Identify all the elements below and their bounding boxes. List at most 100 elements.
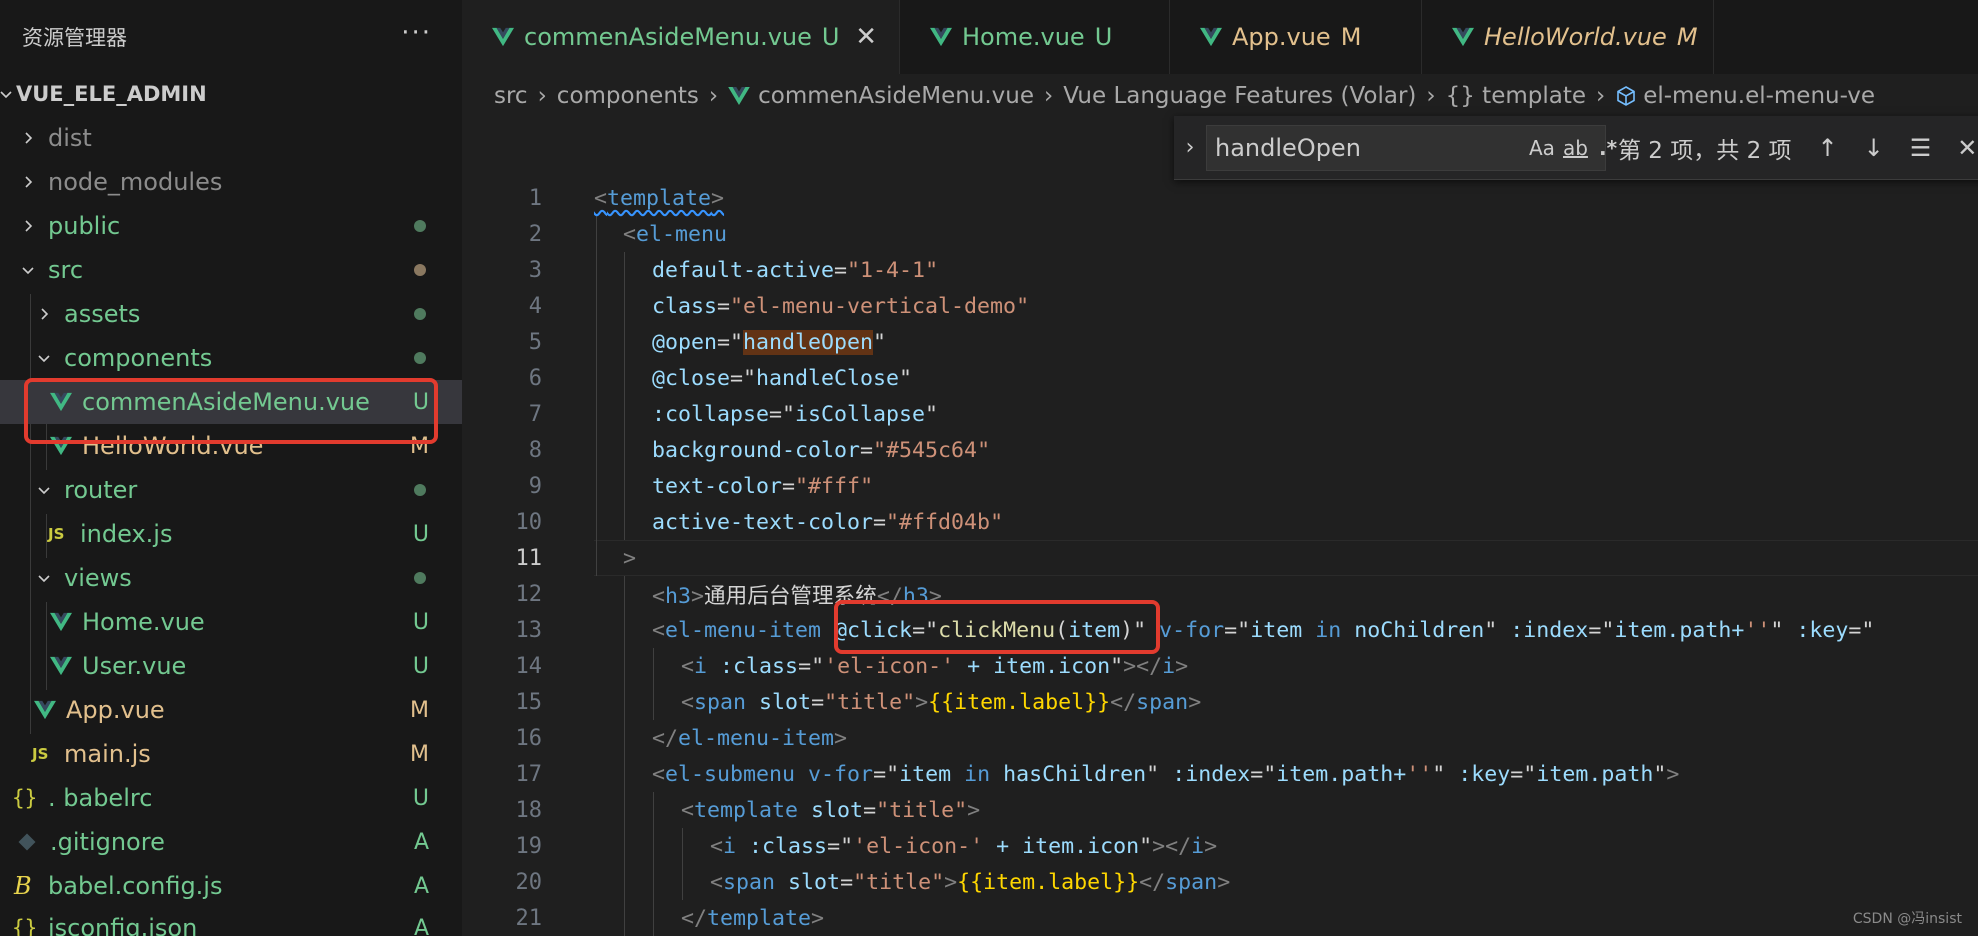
vue-file-icon: [728, 87, 750, 105]
tree-folder-node-modules[interactable]: node_modules: [0, 160, 462, 204]
code-line-21: </template>: [681, 905, 825, 931]
tree-folder-dist[interactable]: dist: [0, 116, 462, 160]
breadcrumb-item[interactable]: {} template: [1446, 83, 1586, 109]
code-line-9: text-color="#fff": [652, 473, 874, 499]
breadcrumb-item[interactable]: el-menu.el-menu-ve: [1643, 83, 1875, 109]
tree-file-index-js[interactable]: JS index.js U: [0, 512, 462, 556]
tree-folder-src[interactable]: src: [0, 248, 462, 292]
match-whole-word-icon[interactable]: ab: [1563, 136, 1588, 160]
chevron-right-icon: ›: [708, 83, 719, 109]
tree-folder-components[interactable]: components: [0, 336, 462, 380]
tab-label: commenAsideMenu.vue: [524, 23, 812, 51]
tab-status: M: [1340, 23, 1362, 51]
tab-bar: commenAsideMenu.vue U ✕ Home.vue U App.v…: [462, 0, 1978, 74]
tree-file-main-js[interactable]: JS main.js M: [0, 732, 462, 776]
json-braces-icon: {}: [12, 916, 38, 936]
annotation-highlight-box: [834, 600, 1160, 654]
match-case-icon[interactable]: Aa: [1529, 136, 1555, 160]
vue-file-icon: [50, 656, 72, 676]
breadcrumb-item[interactable]: commenAsideMenu.vue: [758, 83, 1034, 109]
explorer-title: 资源管理器: [22, 26, 127, 50]
breadcrumb-item[interactable]: Vue Language Features (Volar): [1063, 83, 1416, 109]
code-line-10: active-text-color="#ffd04b": [652, 509, 1004, 535]
line-number: 1: [528, 185, 542, 211]
watermark: CSDN @冯insist: [1852, 911, 1962, 927]
code-line-5: @open="handleOpen": [652, 329, 887, 355]
tab-app-vue[interactable]: App.vue M: [1170, 0, 1422, 74]
git-status-dot: [414, 264, 426, 276]
tree-folder-views[interactable]: views: [0, 556, 462, 600]
tab-status: U: [1094, 23, 1113, 51]
tree-file-babel-config-js[interactable]: B babel.config.js A: [0, 864, 462, 908]
previous-match-icon[interactable]: ↑: [1818, 134, 1838, 162]
code-line-3: default-active="1-4-1": [652, 257, 939, 283]
chevron-right-icon: ›: [537, 83, 547, 109]
code-line-8: background-color="#545c64": [652, 437, 991, 463]
editor-area: commenAsideMenu.vue U ✕ Home.vue U App.v…: [462, 0, 1978, 936]
tree-folder-public[interactable]: public: [0, 204, 462, 248]
regex-icon[interactable]: .*: [1599, 136, 1617, 160]
code-line-1: <template>: [594, 185, 725, 211]
tree-folder-assets[interactable]: assets: [0, 292, 462, 336]
tab-commenasidemenu-vue[interactable]: commenAsideMenu.vue U ✕: [462, 0, 900, 74]
line-number: 8: [528, 437, 542, 463]
indent-guide: [682, 828, 683, 900]
line-number: 16: [515, 725, 543, 751]
cube-icon: [1617, 86, 1636, 106]
git-status-dot: [414, 484, 426, 496]
vue-file-icon: [50, 612, 72, 632]
chevron-down-icon: [0, 87, 16, 101]
chevron-right-icon: [18, 219, 38, 233]
chevron-right-icon: [18, 131, 38, 145]
line-number: 19: [515, 833, 543, 859]
tree-file-user-vue[interactable]: User.vue U: [0, 644, 462, 688]
code-line-14: <i :class="'el-icon-' + item.icon"></i>: [681, 653, 1189, 679]
git-status-badge: M: [410, 741, 429, 767]
indent-guide: [653, 648, 654, 720]
git-status-dot: [414, 572, 426, 584]
tree-label: . babelrc: [48, 784, 153, 812]
tree-label: components: [64, 344, 213, 372]
js-file-icon: JS: [48, 525, 65, 543]
tree-label: dist: [48, 124, 92, 152]
tree-file-babelrc[interactable]: {} . babelrc U: [0, 776, 462, 820]
indent-guide: [653, 792, 654, 936]
code-line-7: :collapse="isCollapse": [652, 401, 939, 427]
close-icon[interactable]: ✕: [1957, 134, 1977, 162]
toggle-replace-icon[interactable]: ›: [1174, 135, 1206, 160]
git-status-dot: [414, 220, 426, 232]
tree-file-app-vue[interactable]: App.vue M: [0, 688, 462, 732]
tree-root-vue-ele-admin[interactable]: VUE_ELE_ADMIN: [0, 72, 462, 116]
find-input[interactable]: handleOpen Aa ab .*: [1206, 124, 1617, 171]
tree-file-jsconfig-json[interactable]: {} jsconfig.json A: [0, 906, 462, 936]
vue-file-icon: [34, 700, 56, 720]
code-line-16: </el-menu-item>: [652, 725, 848, 751]
git-status-dot: [414, 352, 426, 364]
breadcrumb-item[interactable]: src: [494, 83, 528, 109]
tree-file-gitignore[interactable]: .gitignore A: [0, 820, 462, 864]
tab-home-vue[interactable]: Home.vue U: [900, 0, 1170, 74]
more-actions-icon[interactable]: ···: [401, 18, 432, 48]
breadcrumb: src › components › commenAsideMenu.vue ›…: [494, 78, 1875, 114]
next-match-icon[interactable]: ↓: [1864, 134, 1884, 162]
chevron-down-icon: [34, 571, 54, 585]
line-number: 2: [528, 221, 542, 247]
tree-file-home-vue[interactable]: Home.vue U: [0, 600, 462, 644]
line-number: 3: [528, 257, 542, 283]
vue-file-icon: [1452, 27, 1474, 47]
tree-folder-router[interactable]: router: [0, 468, 462, 512]
close-icon[interactable]: ✕: [855, 22, 877, 52]
code-line-19: <i :class="'el-icon-' + item.icon"></i>: [710, 833, 1218, 859]
tab-status: M: [1676, 23, 1698, 51]
line-number: 18: [515, 797, 543, 823]
find-in-selection-icon[interactable]: ☰: [1910, 134, 1932, 162]
vue-file-icon: [492, 27, 514, 47]
tree-label: assets: [64, 300, 141, 328]
breadcrumb-item[interactable]: components: [557, 83, 699, 109]
search-match-highlight: handleOpen: [743, 329, 874, 355]
git-status-badge: A: [413, 915, 429, 936]
code-line-17: <el-submenu v-for="item in hasChildren" …: [652, 761, 1680, 787]
chevron-down-icon: [18, 263, 38, 277]
json-braces-icon: {}: [12, 786, 38, 810]
tab-helloworld-vue[interactable]: HelloWorld.vue M: [1422, 0, 1714, 74]
